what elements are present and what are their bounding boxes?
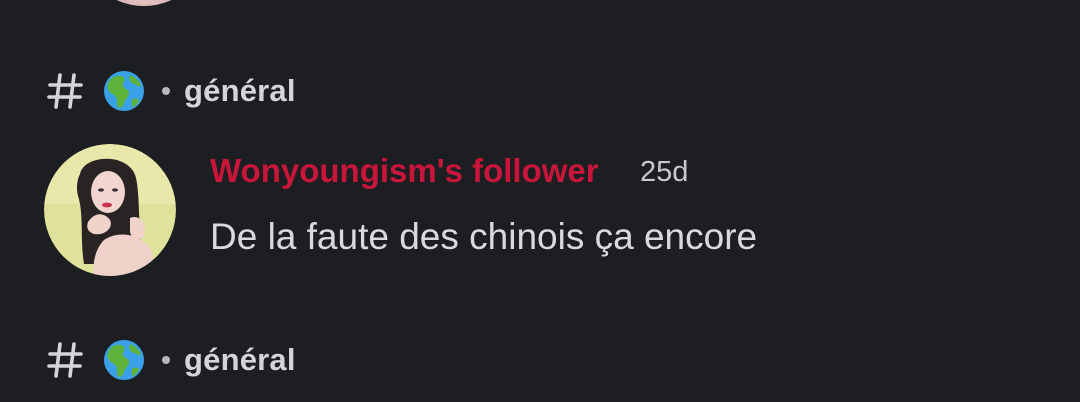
- globe-americas-icon: [104, 340, 144, 380]
- separator-dot: [162, 356, 170, 364]
- hashtag-icon: [47, 73, 83, 109]
- separator-dot: [162, 87, 170, 95]
- previous-message-avatar[interactable]: [78, 0, 210, 6]
- channel-name: général: [184, 342, 296, 377]
- channel-header[interactable]: général: [46, 338, 296, 382]
- user-avatar[interactable]: [44, 144, 176, 276]
- hashtag-icon: [47, 342, 83, 378]
- message-text: De la faute des chinois ça encore: [210, 216, 758, 257]
- globe-americas-icon: [104, 71, 144, 111]
- channel-header[interactable]: général: [46, 69, 296, 113]
- message-item[interactable]: Wonyoungism's follower 25d De la faute d…: [44, 144, 1044, 276]
- message-author[interactable]: Wonyoungism's follower: [210, 152, 599, 190]
- channel-name: général: [184, 73, 296, 108]
- message-timestamp: 25d: [640, 156, 689, 188]
- chat-feed: général Wonyoungism's follower 25d De la…: [0, 0, 1080, 402]
